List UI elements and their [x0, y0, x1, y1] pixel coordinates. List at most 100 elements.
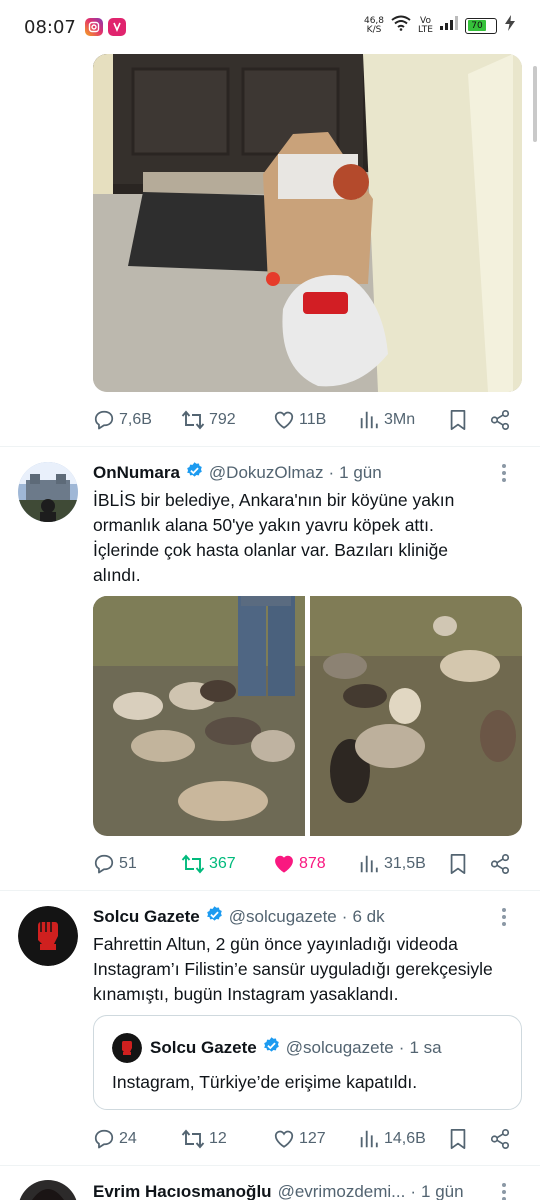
app-notification-icon — [107, 18, 126, 36]
tweet-text-line: Instagram’ı Filistin’e sansür uyguladığı… — [93, 959, 493, 979]
author-handle[interactable]: @solcugazete — [229, 907, 337, 927]
tweet-text-line: İBLİS bir belediye, Ankara'nın bir köyün… — [93, 490, 455, 510]
heart-icon — [273, 853, 295, 875]
share-icon — [489, 409, 511, 431]
reply-count: 7,6B — [119, 411, 152, 428]
author-handle[interactable]: @evrimozdemi... — [278, 1182, 406, 1200]
volte-indicator: Vo LTE — [418, 16, 433, 35]
tweet-time[interactable]: 1 gün — [421, 1182, 464, 1200]
more-options-icon[interactable] — [494, 1180, 514, 1200]
avatar[interactable] — [18, 906, 78, 966]
tweet-text-line: ormanlık alana 50'ye yakın yavru köpek a… — [93, 515, 434, 535]
views-count: 3Mn — [384, 411, 416, 428]
tweet-photo-doorway-trash[interactable] — [93, 54, 522, 392]
battery-level: 70 — [467, 20, 487, 31]
tweet-photo-puppies-left[interactable] — [93, 596, 305, 836]
tweet-photo-puppies-right[interactable] — [310, 596, 522, 836]
tweet-text-line: Fahrettin Altun, 2 gün önce yayınladığı … — [93, 934, 458, 954]
tweet-text-line: alındı. — [93, 565, 141, 585]
reply-icon — [93, 1128, 115, 1150]
tweet-divider — [0, 446, 540, 447]
scroll-indicator[interactable] — [533, 66, 537, 142]
tweet-header: Solcu Gazete @solcugazete · 6 dk — [93, 905, 490, 929]
retweet-count: 792 — [209, 411, 236, 428]
avatar[interactable] — [18, 462, 78, 522]
photo-doorway-illustration — [93, 54, 522, 392]
bookmark-button[interactable] — [448, 849, 468, 879]
charging-icon — [504, 15, 516, 36]
views-chart-icon — [358, 409, 380, 431]
retweet-button[interactable]: 792 — [181, 405, 236, 435]
retweet-count: 367 — [209, 855, 236, 872]
photo-puppies-right-illustration — [310, 596, 522, 836]
tweet-time[interactable]: 6 dk — [352, 907, 384, 927]
like-button[interactable]: 127 — [273, 1124, 326, 1154]
share-button[interactable] — [489, 1124, 511, 1154]
tweet-text-line: kınamıştı, bugün Instagram yasaklandı. — [93, 984, 399, 1004]
heart-icon — [273, 1128, 295, 1150]
quoted-tweet-text: Instagram, Türkiye’de erişime kapatıldı. — [112, 1072, 418, 1092]
reply-button[interactable]: 7,6B — [93, 405, 152, 435]
tweet-text-line: İçlerinde çok hasta olanlar var. Bazılar… — [93, 540, 449, 560]
avatar[interactable] — [18, 1180, 78, 1200]
quoted-author-name: Solcu Gazete — [150, 1038, 257, 1057]
avatar-onnumara-image — [18, 462, 78, 522]
wifi-icon — [391, 15, 411, 36]
tweet-2-actions: 51 367 878 31,5B — [93, 849, 513, 879]
like-button[interactable]: 11B — [273, 405, 326, 435]
tweet-1-actions: 7,6B 792 11B 3Mn — [93, 405, 513, 435]
like-count: 878 — [299, 855, 326, 872]
tweet-time[interactable]: 1 gün — [339, 463, 382, 483]
like-button[interactable]: 878 — [273, 849, 326, 879]
tweet-text: İBLİS bir belediye, Ankara'nın bir köyün… — [93, 488, 493, 588]
views-button[interactable]: 31,5B — [358, 849, 426, 879]
views-count: 14,6B — [384, 1130, 426, 1147]
more-options-icon[interactable] — [494, 905, 514, 929]
bookmark-icon — [448, 1128, 468, 1150]
fist-logo-icon — [18, 906, 78, 966]
views-button[interactable]: 14,6B — [358, 1124, 426, 1154]
retweet-icon — [181, 409, 205, 431]
share-button[interactable] — [489, 849, 511, 879]
tweet-header: OnNumara @DokuzOlmaz · 1 gün — [93, 461, 490, 485]
author-name[interactable]: Evrim Hacıosmanoğlu — [93, 1182, 272, 1200]
quoted-avatar — [112, 1033, 142, 1063]
heart-icon — [273, 409, 295, 431]
like-count: 11B — [299, 411, 327, 428]
retweet-button[interactable]: 12 — [181, 1124, 227, 1154]
verified-badge-icon — [205, 905, 224, 929]
retweet-icon — [181, 853, 205, 875]
bookmark-button[interactable] — [448, 1124, 468, 1154]
like-count: 127 — [299, 1130, 326, 1147]
tweet-divider — [0, 1165, 540, 1166]
status-time: 08:07 — [24, 16, 76, 38]
more-options-icon[interactable] — [494, 461, 514, 485]
author-handle[interactable]: @DokuzOlmaz — [209, 463, 324, 483]
author-name[interactable]: Solcu Gazete — [93, 907, 200, 927]
status-bar: 08:07 46,8 K/S Vo LTE 70 — [0, 0, 540, 54]
bookmark-button[interactable] — [448, 405, 468, 435]
tweet-text: Fahrettin Altun, 2 gün önce yayınladığı … — [93, 932, 523, 1007]
bookmark-icon — [448, 853, 468, 875]
views-chart-icon — [358, 1128, 380, 1150]
reply-count: 51 — [119, 855, 137, 872]
verified-badge-icon — [185, 461, 204, 485]
views-count: 31,5B — [384, 855, 426, 872]
cell-signal-icon — [440, 16, 458, 35]
battery-icon: 70 — [465, 17, 497, 34]
views-button[interactable]: 3Mn — [358, 405, 415, 435]
tweet-divider — [0, 890, 540, 891]
tweet-header: Evrim Hacıosmanoğlu @evrimozdemi... · 1 … — [93, 1180, 490, 1200]
status-icons: 46,8 K/S Vo LTE 70 — [364, 15, 516, 36]
fist-logo-icon — [112, 1033, 142, 1063]
reply-button[interactable]: 51 — [93, 849, 137, 879]
separator-dot: · — [398, 1038, 405, 1057]
reply-button[interactable]: 24 — [93, 1124, 137, 1154]
retweet-button[interactable]: 367 — [181, 849, 236, 879]
separator-dot: · — [328, 463, 335, 482]
author-name[interactable]: OnNumara — [93, 463, 180, 483]
share-button[interactable] — [489, 405, 511, 435]
quoted-tweet[interactable]: Solcu Gazete @solcugazete · 1 sa Instagr… — [93, 1015, 522, 1110]
instagram-notification-icon — [84, 18, 103, 36]
quoted-tweet-time: 1 sa — [409, 1038, 442, 1057]
